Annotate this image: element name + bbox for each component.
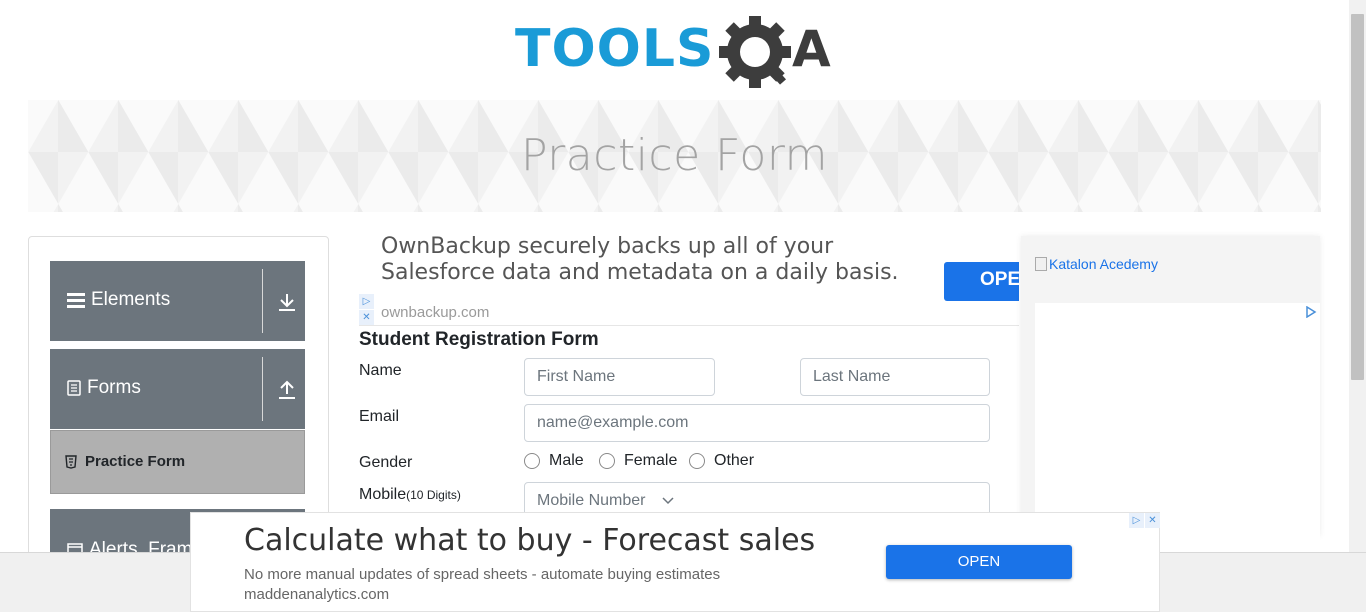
sidebar-group-forms[interactable]: Forms bbox=[50, 349, 305, 429]
divider bbox=[262, 357, 263, 421]
adchoices-icon bbox=[1306, 306, 1317, 318]
ad-sidebar-right[interactable]: Katalon Acedemy bbox=[1021, 236, 1320, 543]
hamburger-icon bbox=[67, 293, 85, 308]
document-icon bbox=[67, 380, 81, 396]
logo-text-a: A bbox=[792, 20, 831, 78]
radio-circle[interactable] bbox=[599, 453, 615, 469]
radio-label: Male bbox=[549, 452, 584, 469]
page: TOOLS A Practice Form Elements Forms Pra… bbox=[0, 0, 1366, 612]
katalon-ad-link[interactable]: Katalon Acedemy bbox=[1035, 256, 1158, 272]
mobile-placeholder: Mobile Number bbox=[537, 492, 646, 509]
scrollbar-thumb[interactable] bbox=[1351, 14, 1364, 380]
radio-circle[interactable] bbox=[689, 453, 705, 469]
gender-radio-other[interactable]: Other bbox=[689, 452, 754, 470]
html5-icon bbox=[65, 455, 77, 469]
ad-text-line2: Salesforce data and metadata on a daily … bbox=[381, 260, 899, 285]
adchoices-icon[interactable]: ▷ bbox=[1129, 513, 1144, 528]
gender-radio-female[interactable]: Female bbox=[599, 452, 677, 470]
sidebar-group-label: Elements bbox=[91, 289, 171, 310]
form-title: Student Registration Form bbox=[359, 329, 599, 350]
sidebar-item-label: Practice Form bbox=[85, 453, 186, 470]
page-banner: Practice Form bbox=[28, 100, 1321, 212]
katalon-ad-text: Katalon Acedemy bbox=[1049, 256, 1158, 272]
name-label: Name bbox=[359, 362, 402, 379]
logo-text-tools: TOOLS bbox=[515, 19, 714, 79]
gender-radio-male[interactable]: Male bbox=[524, 452, 584, 470]
page-scrollbar[interactable] bbox=[1349, 0, 1366, 552]
ad-text-line1: OwnBackup securely backs up all of your bbox=[381, 236, 834, 259]
download-arrow-icon[interactable] bbox=[276, 291, 298, 313]
adchoices-icon[interactable]: ▷ bbox=[359, 294, 374, 309]
gender-label: Gender bbox=[359, 454, 413, 471]
ad-banner-top[interactable]: OwnBackup securely backs up all of your … bbox=[359, 236, 1019, 326]
upload-arrow-icon[interactable] bbox=[276, 379, 298, 401]
ad-open-button[interactable]: OPEN bbox=[886, 545, 1072, 579]
ad-subtext: No more manual updates of spread sheets … bbox=[244, 566, 721, 583]
email-label: Email bbox=[359, 408, 400, 425]
ad-open-button[interactable]: OPE bbox=[944, 262, 1019, 301]
ad-domain: maddenanalytics.com bbox=[244, 586, 390, 603]
mobile-hint: (10 Digits) bbox=[406, 488, 461, 502]
ad-banner-bottom[interactable]: Calculate what to buy - Forecast sales N… bbox=[190, 512, 1160, 612]
email-input[interactable]: name@example.com bbox=[524, 404, 990, 442]
chevron-down-icon bbox=[662, 497, 674, 505]
last-name-input[interactable]: Last Name bbox=[800, 358, 990, 396]
mobile-label: Mobile(10 Digits) bbox=[359, 486, 461, 504]
ad-close-icon[interactable]: ✕ bbox=[1145, 513, 1160, 528]
mobile-label-text: Mobile bbox=[359, 486, 407, 503]
radio-circle[interactable] bbox=[524, 453, 540, 469]
page-title: Practice Form bbox=[520, 130, 829, 181]
broken-image-icon bbox=[1035, 257, 1047, 271]
first-name-input[interactable]: First Name bbox=[524, 358, 715, 396]
ad-domain: ownbackup.com bbox=[381, 304, 490, 321]
ad-close-icon[interactable]: ✕ bbox=[359, 310, 374, 325]
divider bbox=[262, 269, 263, 333]
sidebar-item-practice-form[interactable]: Practice Form bbox=[50, 430, 305, 494]
toolsqa-logo[interactable]: TOOLS A bbox=[515, 16, 840, 92]
sidebar-group-elements[interactable]: Elements bbox=[50, 261, 305, 341]
ad-headline: Calculate what to buy - Forecast sales bbox=[244, 523, 816, 558]
radio-label: Female bbox=[624, 452, 678, 469]
radio-label: Other bbox=[714, 452, 755, 469]
gear-icon bbox=[719, 16, 791, 88]
sidebar-group-label: Forms bbox=[87, 377, 141, 398]
ad-frame bbox=[1035, 303, 1320, 543]
